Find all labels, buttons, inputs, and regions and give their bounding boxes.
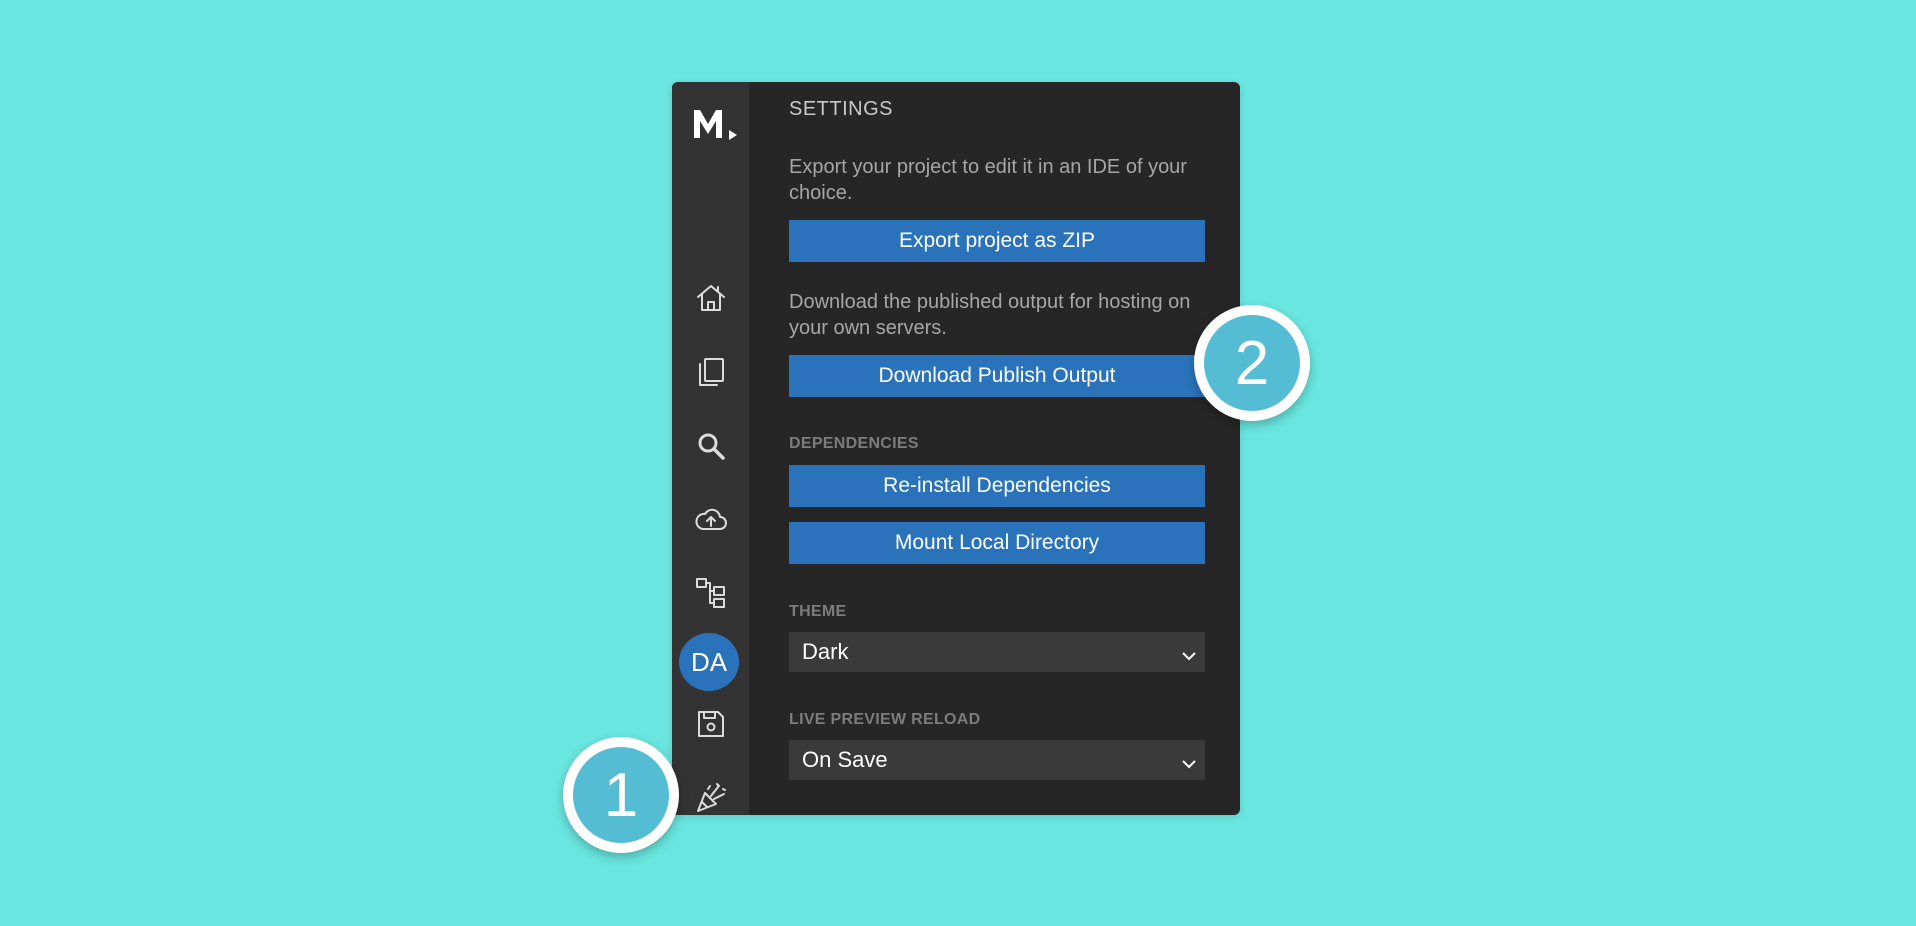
dependencies-label: DEPENDENCIES — [789, 435, 919, 452]
sidebar-item-home[interactable] — [672, 270, 749, 326]
search-icon — [698, 433, 725, 460]
sidebar: DA — [672, 82, 749, 815]
party-popper-icon — [696, 783, 726, 812]
sitemap-icon — [695, 578, 725, 608]
sidebar-item-search[interactable] — [672, 418, 749, 474]
sidebar-item-save[interactable] — [672, 696, 749, 752]
callout-badge-2: 2 — [1194, 305, 1310, 421]
download-description: Download the published output for hostin… — [789, 291, 1191, 339]
reload-select-value: On Save — [802, 747, 888, 772]
live-preview-reload-select[interactable]: On Save — [789, 740, 1205, 780]
cloud-upload-icon — [694, 508, 727, 530]
theme-select-value: Dark — [802, 639, 849, 664]
download-publish-output-button[interactable]: Download Publish Output — [789, 355, 1205, 397]
logo — [690, 102, 740, 146]
theme-label: THEME — [789, 603, 847, 620]
app-window: DA SETTINGS Export your project to edit … — [672, 82, 1240, 815]
sidebar-item-sitemap[interactable] — [672, 564, 749, 620]
user-avatar[interactable]: DA — [679, 633, 739, 691]
export-zip-button[interactable]: Export project as ZIP — [789, 220, 1205, 262]
theme-select[interactable]: Dark — [789, 632, 1205, 672]
chevron-down-icon — [1181, 644, 1197, 661]
sidebar-item-pages[interactable] — [672, 344, 749, 400]
sidebar-item-publish[interactable] — [672, 492, 749, 548]
mount-local-directory-button[interactable]: Mount Local Directory — [789, 522, 1205, 564]
export-description: Export your project to edit it in an IDE… — [789, 156, 1187, 204]
sidebar-item-celebrate[interactable] — [672, 770, 749, 815]
reinstall-dependencies-button[interactable]: Re-install Dependencies — [789, 465, 1205, 507]
home-icon — [696, 285, 725, 311]
live-preview-reload-label: LIVE PREVIEW RELOAD — [789, 711, 981, 728]
logo-icon — [694, 110, 737, 140]
callout-badge-1: 1 — [563, 737, 679, 853]
page-title: SETTINGS — [789, 98, 894, 120]
save-icon — [697, 711, 724, 737]
pages-icon — [698, 358, 724, 386]
chevron-down-icon — [1181, 752, 1197, 769]
